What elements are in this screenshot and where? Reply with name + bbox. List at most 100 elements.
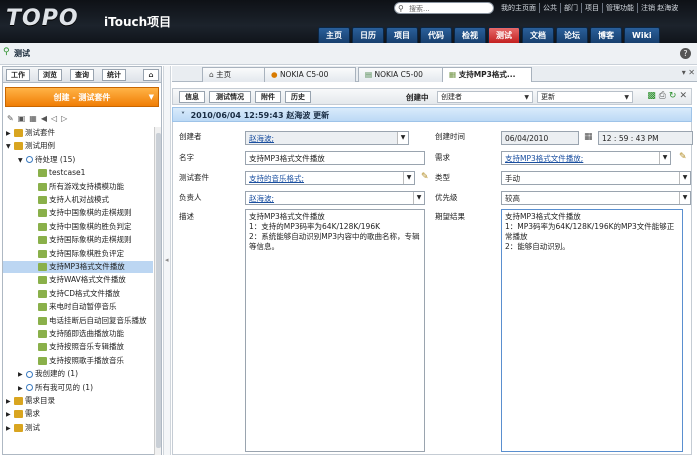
- tree-item[interactable]: 支持国际象棋胜负评定: [3, 248, 153, 260]
- tab-stats[interactable]: 统计: [102, 69, 126, 81]
- type-select[interactable]: 手动 ▼: [501, 171, 691, 185]
- expand-toggle-icon[interactable]: ▶: [6, 128, 14, 140]
- tree-item[interactable]: 支持中国象棋的走棋规则: [3, 207, 153, 219]
- nav-tab-review[interactable]: 检视: [454, 27, 486, 43]
- creator-field[interactable]: 赵海波; ▼: [245, 131, 409, 145]
- subtab-test-status[interactable]: 测试情况: [209, 91, 251, 103]
- collapse-icon[interactable]: ◂: [165, 256, 169, 264]
- subtab-info[interactable]: 信息: [179, 91, 205, 103]
- tree-item[interactable]: ▶ 测试: [3, 422, 153, 434]
- tree-item[interactable]: 支持CD格式文件播放: [3, 288, 153, 300]
- close-tab-icon[interactable]: ✕: [688, 68, 695, 77]
- nav-tab-wiki[interactable]: Wiki: [624, 27, 660, 43]
- copy-icon[interactable]: ▣: [18, 114, 26, 123]
- expand-toggle-icon[interactable]: ▼: [6, 141, 14, 153]
- doc-tab-mp3[interactable]: ▦ 支持MP3格式...: [442, 67, 532, 82]
- name-field[interactable]: 支持MP3格式文件播放: [245, 151, 425, 165]
- expand-toggle-icon[interactable]: ▶: [18, 369, 26, 381]
- print-icon[interactable]: ⎙: [659, 91, 666, 101]
- top-header: TOPO iTouch项目 ⚲ 搜索... 我的主页面 公共 部门 项目 管理功…: [0, 0, 697, 43]
- tree-item[interactable]: ▶ 需求: [3, 408, 153, 420]
- tree-item[interactable]: 支持中国象棋的胜负判定: [3, 221, 153, 233]
- expand-toggle-icon[interactable]: ▼: [18, 155, 26, 167]
- edit-pencil-icon[interactable]: ✎: [421, 172, 429, 182]
- tree-item[interactable]: 支持按照歌手播放音乐: [3, 355, 153, 367]
- edit-pencil-icon[interactable]: ✎: [679, 152, 687, 162]
- chevron-down-icon[interactable]: ▼: [149, 88, 154, 107]
- tree-item[interactable]: ▶ 测试套件: [3, 127, 153, 139]
- tree-item[interactable]: ▶ 我创建的 (1): [3, 368, 153, 380]
- requirement-field[interactable]: 支持MP3格式文件播放; ▼: [501, 151, 671, 165]
- tab-browse[interactable]: 浏览: [38, 69, 62, 81]
- first-icon[interactable]: ◀: [41, 114, 47, 123]
- tree-item[interactable]: ▶ 需求目录: [3, 395, 153, 407]
- tree-item-selected[interactable]: 支持MP3格式文件播放: [3, 261, 153, 273]
- case-icon: [38, 303, 47, 312]
- tab-work[interactable]: 工作: [6, 69, 30, 81]
- tab-query[interactable]: 查询: [70, 69, 94, 81]
- tab-menu-icon[interactable]: ▾: [682, 68, 686, 77]
- link-my-homepage[interactable]: 我的主页面: [498, 3, 539, 13]
- case-icon: [38, 169, 47, 178]
- owner-field[interactable]: 赵海波; ▼: [245, 191, 425, 205]
- nav-tab-forum[interactable]: 论坛: [556, 27, 588, 43]
- refresh-icon[interactable]: ↻: [669, 91, 677, 101]
- description-textarea[interactable]: 支持MP3格式文件播放 1：支持的MP3码率为64K/128K/196K 2：系…: [245, 209, 425, 452]
- expand-toggle-icon[interactable]: ▶: [6, 423, 14, 435]
- tree-item[interactable]: ▼ 测试用例: [3, 140, 153, 152]
- expand-toggle-icon[interactable]: ▶: [6, 409, 14, 421]
- suite-field[interactable]: 支持的音乐格式; ▼: [245, 171, 415, 185]
- calendar-icon[interactable]: ▦: [584, 132, 593, 142]
- update-select[interactable]: 更新 ▼: [537, 91, 633, 103]
- nav-tab-code[interactable]: 代码: [420, 27, 452, 43]
- expand-toggle-icon[interactable]: ▶: [6, 396, 14, 408]
- tree-item[interactable]: testcase1: [3, 167, 153, 179]
- create-suite-button[interactable]: 创建 - 测试套件 ▼: [5, 87, 159, 107]
- doc-tab-nokia-1[interactable]: ● NOKIA C5-00: [264, 67, 356, 82]
- link-project[interactable]: 项目: [581, 3, 602, 13]
- nav-tab-docs[interactable]: 文档: [522, 27, 554, 43]
- link-public[interactable]: 公共: [539, 3, 560, 13]
- nav-tab-calendar[interactable]: 日历: [352, 27, 384, 43]
- close-icon[interactable]: ✕: [679, 91, 687, 101]
- created-time-field[interactable]: 12 : 59 : 43 PM: [598, 131, 693, 145]
- tree-item[interactable]: 电话挂断后自动回复音乐播放: [3, 315, 153, 327]
- tree-item-label: 电话挂断后自动回复音乐播放: [49, 315, 147, 325]
- record-header[interactable]: ˅ 2010/06/04 12:59:43 赵海波 更新: [172, 107, 692, 122]
- nav-tab-project[interactable]: 项目: [386, 27, 418, 43]
- link-department[interactable]: 部门: [560, 3, 581, 13]
- tree-scrollbar[interactable]: [154, 127, 161, 455]
- next-icon[interactable]: ▷: [61, 114, 67, 123]
- prev-icon[interactable]: ◁: [51, 114, 57, 123]
- panel-splitter[interactable]: ◂: [163, 66, 171, 455]
- add-icon[interactable]: ▩: [647, 91, 656, 101]
- expand-toggle-icon[interactable]: ▶: [18, 383, 26, 395]
- nav-tab-test[interactable]: 测试: [488, 27, 520, 43]
- collapse-chevron-icon[interactable]: ˅: [181, 111, 191, 120]
- search-input[interactable]: ⚲ 搜索...: [394, 2, 494, 14]
- link-admin[interactable]: 管理功能: [602, 3, 637, 13]
- created-date-field[interactable]: 06/04/2010: [501, 131, 579, 145]
- subtab-attachments[interactable]: 附件: [255, 91, 281, 103]
- home-menu-icon[interactable]: ⌂: [143, 69, 159, 81]
- tree-item[interactable]: 支持人机对战模式: [3, 194, 153, 206]
- tree-item[interactable]: 支持WAV格式文件播放: [3, 274, 153, 286]
- subtab-history[interactable]: 历史: [285, 91, 311, 103]
- tree-item[interactable]: 支持随即选曲播放功能: [3, 328, 153, 340]
- tree-item[interactable]: 支持国际象棋的走棋规则: [3, 234, 153, 246]
- view-icon[interactable]: ▦: [29, 114, 37, 123]
- tree-item[interactable]: ▼ 待处理 (15): [3, 154, 153, 166]
- tree-item[interactable]: 来电时自动暂停音乐: [3, 301, 153, 313]
- link-logout[interactable]: 注销 赵海波: [637, 3, 681, 13]
- creator-select[interactable]: 创建者 ▼: [437, 91, 533, 103]
- edit-icon[interactable]: ✎: [7, 114, 14, 123]
- doc-tab-nokia-2[interactable]: ▤ NOKIA C5-00: [358, 67, 446, 82]
- nav-tab-home[interactable]: 主页: [318, 27, 350, 43]
- priority-select[interactable]: 较高 ▼: [501, 191, 691, 205]
- tree-item[interactable]: 所有游戏支持横模功能: [3, 181, 153, 193]
- tree-item[interactable]: ▶ 所有我可见的 (1): [3, 382, 153, 394]
- help-icon[interactable]: ?: [680, 48, 691, 59]
- tree-item[interactable]: 支持按照音乐专辑播放: [3, 341, 153, 353]
- nav-tab-blog[interactable]: 博客: [590, 27, 622, 43]
- expected-result-textarea[interactable]: 支持MP3格式文件播放 1：MP3码率为64K/128K/196K的MP3文件能…: [501, 209, 683, 452]
